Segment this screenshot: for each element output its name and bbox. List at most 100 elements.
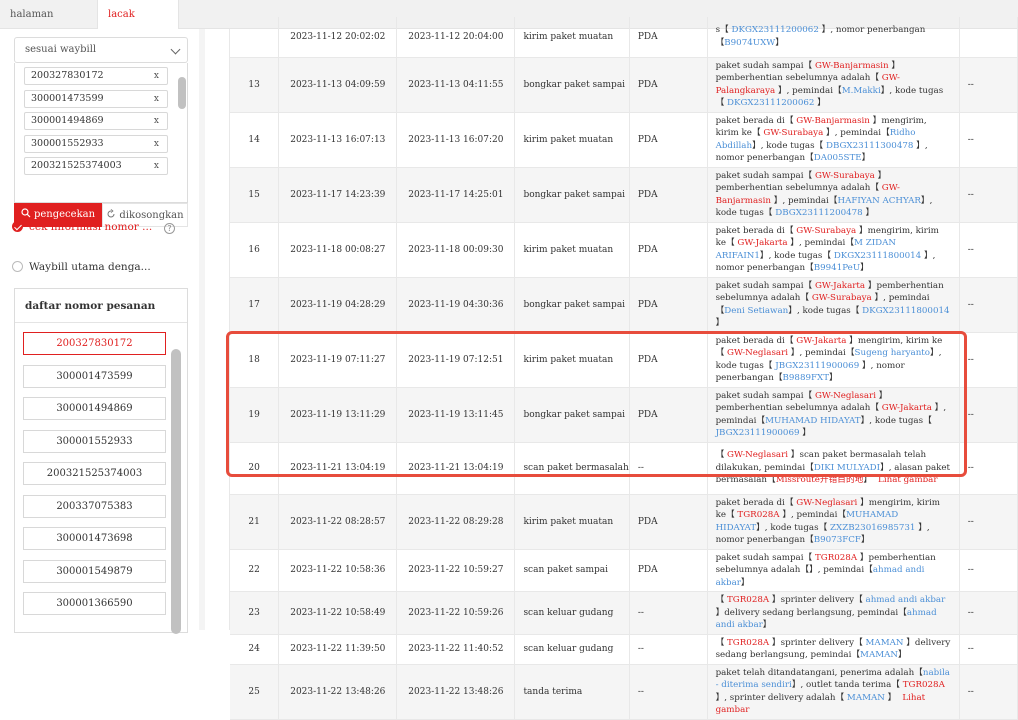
order-list-panel: daftar nomor pesanan 200327830172 3000014… — [14, 288, 188, 634]
scan-time: 2023-11-22 10:58:36 — [278, 549, 398, 592]
option-check-order-info[interactable]: cek informasi nomor ... — [12, 221, 152, 233]
tracking-description: paket telah ditandatangani, penerima ada… — [707, 664, 960, 720]
description-segment: paket berada di【 — [715, 497, 797, 508]
row-number: 13 — [230, 57, 280, 113]
remove-icon[interactable]: x — [154, 113, 159, 129]
waybill-chip[interactable]: 200321525374003 x — [24, 157, 168, 175]
view-image-link[interactable]: Lihat gambar — [878, 475, 937, 485]
upload-time: 2023-11-19 04:30:36 — [396, 277, 516, 333]
remark: -- — [959, 664, 1018, 720]
row-number — [230, 17, 280, 58]
description-segment: 】 — [863, 475, 873, 486]
description-segment: 】, pemindai【 — [771, 195, 838, 206]
description-segment: paket berada di【 — [715, 115, 797, 126]
order-list-item[interactable]: 200321525374003 — [23, 462, 166, 485]
table-row: 2023-11-12 20:02:02 2023-11-12 20:04:00 ki… — [230, 17, 1018, 58]
description-segment: 【 — [715, 637, 728, 648]
tracking-description: paket berada di【 GW-Surabaya 】mengirim, … — [707, 222, 960, 278]
waybill-scrollbar[interactable] — [178, 77, 186, 109]
row-number: 21 — [230, 494, 280, 550]
order-list-item[interactable]: 300001552933 — [23, 429, 166, 453]
option-label: Waybill utama denga... — [29, 261, 151, 273]
option-main-waybill[interactable]: Waybill utama denga... — [12, 261, 151, 273]
radio-checked-icon[interactable] — [12, 221, 23, 232]
source: -- — [629, 634, 708, 665]
remove-icon[interactable]: x — [154, 136, 159, 152]
order-list-item[interactable]: 300001473599 — [23, 364, 166, 388]
description-segment: 】, sprinter delivery adalah【 — [715, 692, 847, 703]
remark: -- — [959, 277, 1018, 333]
search-type-select[interactable]: sesuai waybill — [14, 37, 188, 63]
tracking-description: 【 TGR028A 】sprinter delivery【 ahmad andi… — [707, 591, 960, 635]
scan-time: 2023-11-19 07:11:27 — [278, 332, 398, 388]
tab-home[interactable]: halaman utama — [0, 0, 97, 49]
row-number: 25 — [230, 664, 280, 720]
order-list-item[interactable]: 200337075383 — [23, 494, 166, 518]
description-segment: DKGX23111200062 — [727, 98, 815, 108]
description-segment: 】delivery sedang berlangsung, pemindai【 — [715, 607, 907, 618]
description-segment: 】 — [861, 153, 871, 163]
description-segment: 】 — [860, 535, 870, 545]
row-number: 18 — [230, 332, 280, 388]
source: PDA — [629, 332, 708, 388]
description-segment: 】 — [898, 650, 907, 660]
tracking-description: paket berada di【 GW-Jakarta 】mengirim, k… — [707, 332, 960, 388]
tracking-description: paket sudah sampai【 GW-Banjarmasin 】pemb… — [707, 57, 960, 113]
table-row: 21 2023-11-22 08:28:57 2023-11-22 08:29:28… — [230, 494, 1018, 550]
order-list-item[interactable]: 200327830172 — [23, 332, 166, 355]
table-row: 18 2023-11-19 07:11:27 2023-11-19 07:12:51… — [230, 332, 1018, 388]
operation-type: kirim paket muatan — [514, 332, 630, 388]
remove-icon[interactable]: x — [154, 158, 159, 174]
description-segment: DKGX23111800014 — [833, 250, 922, 261]
source: -- — [629, 664, 708, 720]
description-segment: 】, pemindai【 — [775, 85, 842, 96]
description-segment: DA005STE — [813, 153, 862, 163]
operation-type: kirim paket muatan — [514, 17, 630, 58]
waybill-input-box[interactable]: 200327830172 x 300001473599 x 300001494869 x 3… — [14, 63, 188, 203]
remark: -- — [959, 222, 1018, 278]
tab-track-package[interactable]: lacak paket× — [97, 0, 179, 49]
scan-time: 2023-11-19 04:28:29 — [278, 277, 398, 333]
tracking-description: s【 DKGX23111200062 】, nomor penerbangan【… — [707, 17, 960, 58]
clear-button-label: dikosongkan — [119, 210, 184, 221]
upload-time: 2023-11-21 13:04:19 — [396, 442, 516, 495]
help-icon[interactable]: ? — [164, 223, 175, 234]
source: PDA — [629, 277, 708, 333]
upload-time: 2023-11-19 07:12:51 — [396, 332, 516, 388]
waybill-chip[interactable]: 200327830172 x — [24, 67, 168, 85]
order-list-item[interactable]: 300001473698 — [23, 527, 166, 550]
upload-time: 2023-11-12 20:04:00 — [396, 17, 516, 58]
description-segment: 】, pemindai【 — [779, 510, 847, 520]
upload-time: 2023-11-22 11:40:52 — [396, 634, 516, 665]
remove-icon[interactable]: x — [154, 91, 159, 107]
search-type-value: sesuai waybill — [25, 44, 97, 55]
table-row: 17 2023-11-19 04:28:29 2023-11-19 04:30:36… — [230, 277, 1018, 333]
upload-time: 2023-11-13 16:07:20 — [396, 112, 516, 168]
description-segment: 】, kode tugas【 — [752, 140, 826, 151]
waybill-chip[interactable]: 300001552933 x — [24, 134, 168, 153]
description-segment: GW-Neglasari — [727, 450, 789, 461]
waybill-chip[interactable]: 300001473599 x — [24, 89, 168, 108]
description-segment: DKGX23111800014 — [862, 305, 950, 316]
order-list-item[interactable]: 300001494869 — [23, 397, 166, 420]
description-segment: 】, outlet tanda terima【 — [791, 680, 903, 690]
scan-time: 2023-11-22 13:48:26 — [278, 664, 398, 720]
operation-type: kirim paket muatan — [514, 494, 630, 550]
description-segment: MAMAN — [846, 692, 885, 703]
table-row: 13 2023-11-13 04:09:59 2023-11-13 04:11:55… — [230, 57, 1018, 113]
tracking-description: paket sudah sampai【 GW-Jakarta 】pemberhe… — [707, 277, 960, 333]
tracking-description: paket sudah sampai【 GW-Neglasari 】pember… — [707, 387, 960, 443]
description-segment: TGR028A — [902, 680, 945, 690]
description-segment: GW-Surabaya — [814, 170, 875, 181]
order-list-scrollbar[interactable] — [171, 349, 181, 634]
upload-time: 2023-11-13 04:11:55 — [396, 57, 516, 113]
radio-unchecked-icon[interactable] — [12, 261, 23, 272]
remark: -- — [959, 442, 1018, 495]
tracking-description: paket sudah sampai【 TGR028A 】pemberhenti… — [707, 549, 960, 592]
remark: -- — [959, 634, 1018, 665]
source: PDA — [629, 112, 708, 168]
order-list-item[interactable]: 300001366590 — [23, 592, 166, 615]
order-list-item[interactable]: 300001549879 — [23, 559, 166, 583]
waybill-chip[interactable]: 300001494869 x — [24, 112, 168, 130]
remove-icon[interactable]: x — [154, 68, 159, 84]
